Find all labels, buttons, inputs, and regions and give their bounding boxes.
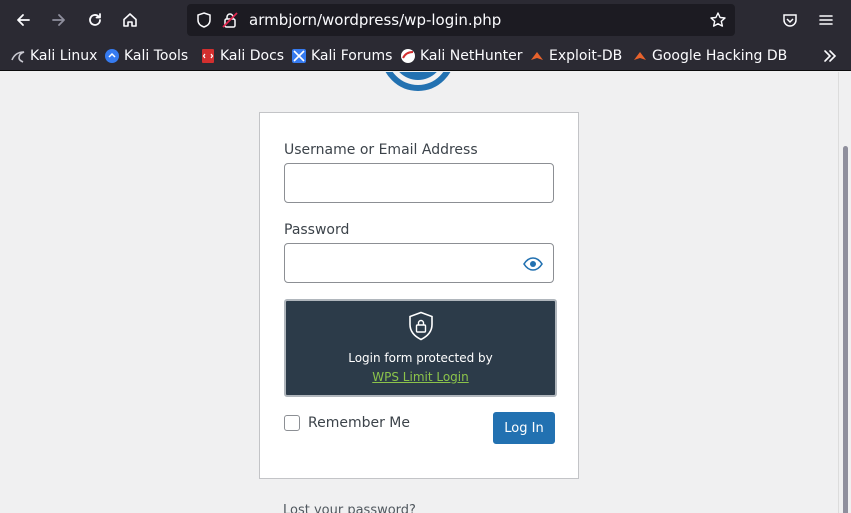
pocket-icon bbox=[783, 14, 797, 27]
reload-icon bbox=[89, 13, 101, 26]
login-form: Username or Email Address Password Login… bbox=[259, 112, 579, 479]
bookmark-kali-linux[interactable]: Kali Linux bbox=[10, 46, 97, 66]
bookmark-kali-docs[interactable]: Kali Docs bbox=[200, 46, 284, 66]
wps-limit-login-link[interactable]: WPS Limit Login bbox=[286, 370, 555, 384]
shield-lock-icon bbox=[409, 311, 433, 341]
bookmarks-overflow-button[interactable] bbox=[818, 44, 842, 68]
shield-icon[interactable] bbox=[195, 11, 213, 29]
scrollbar-thumb[interactable] bbox=[843, 146, 848, 513]
password-label: Password bbox=[284, 222, 350, 238]
star-icon[interactable] bbox=[709, 11, 727, 29]
back-button[interactable] bbox=[11, 8, 35, 32]
bookmark-exploit-db[interactable]: Exploit-DB bbox=[529, 46, 622, 66]
kali-forums-icon bbox=[292, 49, 306, 63]
ghdb-icon bbox=[634, 52, 646, 60]
wps-protection-box: Login form protected by WPS Limit Login bbox=[284, 299, 557, 397]
bookmark-kali-nethunter[interactable]: Kali NetHunter bbox=[400, 46, 522, 66]
bookmark-kali-tools[interactable]: Kali Tools bbox=[104, 46, 188, 66]
kali-docs-icon bbox=[202, 49, 214, 63]
remember-me[interactable]: Remember Me bbox=[284, 415, 410, 431]
remember-me-checkbox[interactable] bbox=[284, 415, 300, 431]
log-in-button[interactable]: Log In bbox=[493, 412, 555, 444]
menu-button[interactable] bbox=[814, 8, 838, 32]
insecure-lock-icon[interactable] bbox=[221, 11, 239, 29]
browser-toolbar: armbjorn/wordpress/wp-login.php bbox=[0, 0, 851, 40]
arrow-left-icon bbox=[17, 14, 30, 26]
chevron-double-right-icon bbox=[824, 50, 837, 62]
username-label: Username or Email Address bbox=[284, 142, 478, 158]
kali-nethunter-icon bbox=[401, 49, 415, 63]
username-input[interactable] bbox=[284, 163, 554, 203]
exploit-db-icon bbox=[531, 52, 543, 60]
wps-protected-text: Login form protected by bbox=[348, 351, 493, 365]
home-icon bbox=[123, 13, 137, 27]
bookmark-kali-forums[interactable]: Kali Forums bbox=[291, 46, 392, 66]
reload-button[interactable] bbox=[83, 8, 107, 32]
kali-tools-icon bbox=[105, 49, 119, 63]
pocket-button[interactable] bbox=[778, 8, 802, 32]
arrow-right-icon bbox=[52, 14, 65, 26]
forward-button[interactable] bbox=[47, 8, 71, 32]
wordpress-logo-icon[interactable] bbox=[380, 72, 456, 92]
page-scrollbar[interactable] bbox=[838, 72, 851, 513]
kali-dragon-icon bbox=[11, 51, 25, 63]
url-text[interactable]: armbjorn/wordpress/wp-login.php bbox=[249, 11, 501, 29]
eye-icon[interactable] bbox=[523, 256, 543, 272]
remember-me-label[interactable]: Remember Me bbox=[308, 415, 410, 431]
page-content: Username or Email Address Password Login… bbox=[0, 72, 838, 513]
url-bar[interactable]: armbjorn/wordpress/wp-login.php bbox=[187, 4, 735, 36]
lost-password-link[interactable]: Lost your password? bbox=[283, 503, 416, 513]
bookmark-google-hacking-db[interactable]: Google Hacking DB bbox=[632, 46, 787, 66]
password-input[interactable] bbox=[284, 243, 554, 283]
home-button[interactable] bbox=[118, 8, 142, 32]
hamburger-icon bbox=[819, 15, 833, 25]
